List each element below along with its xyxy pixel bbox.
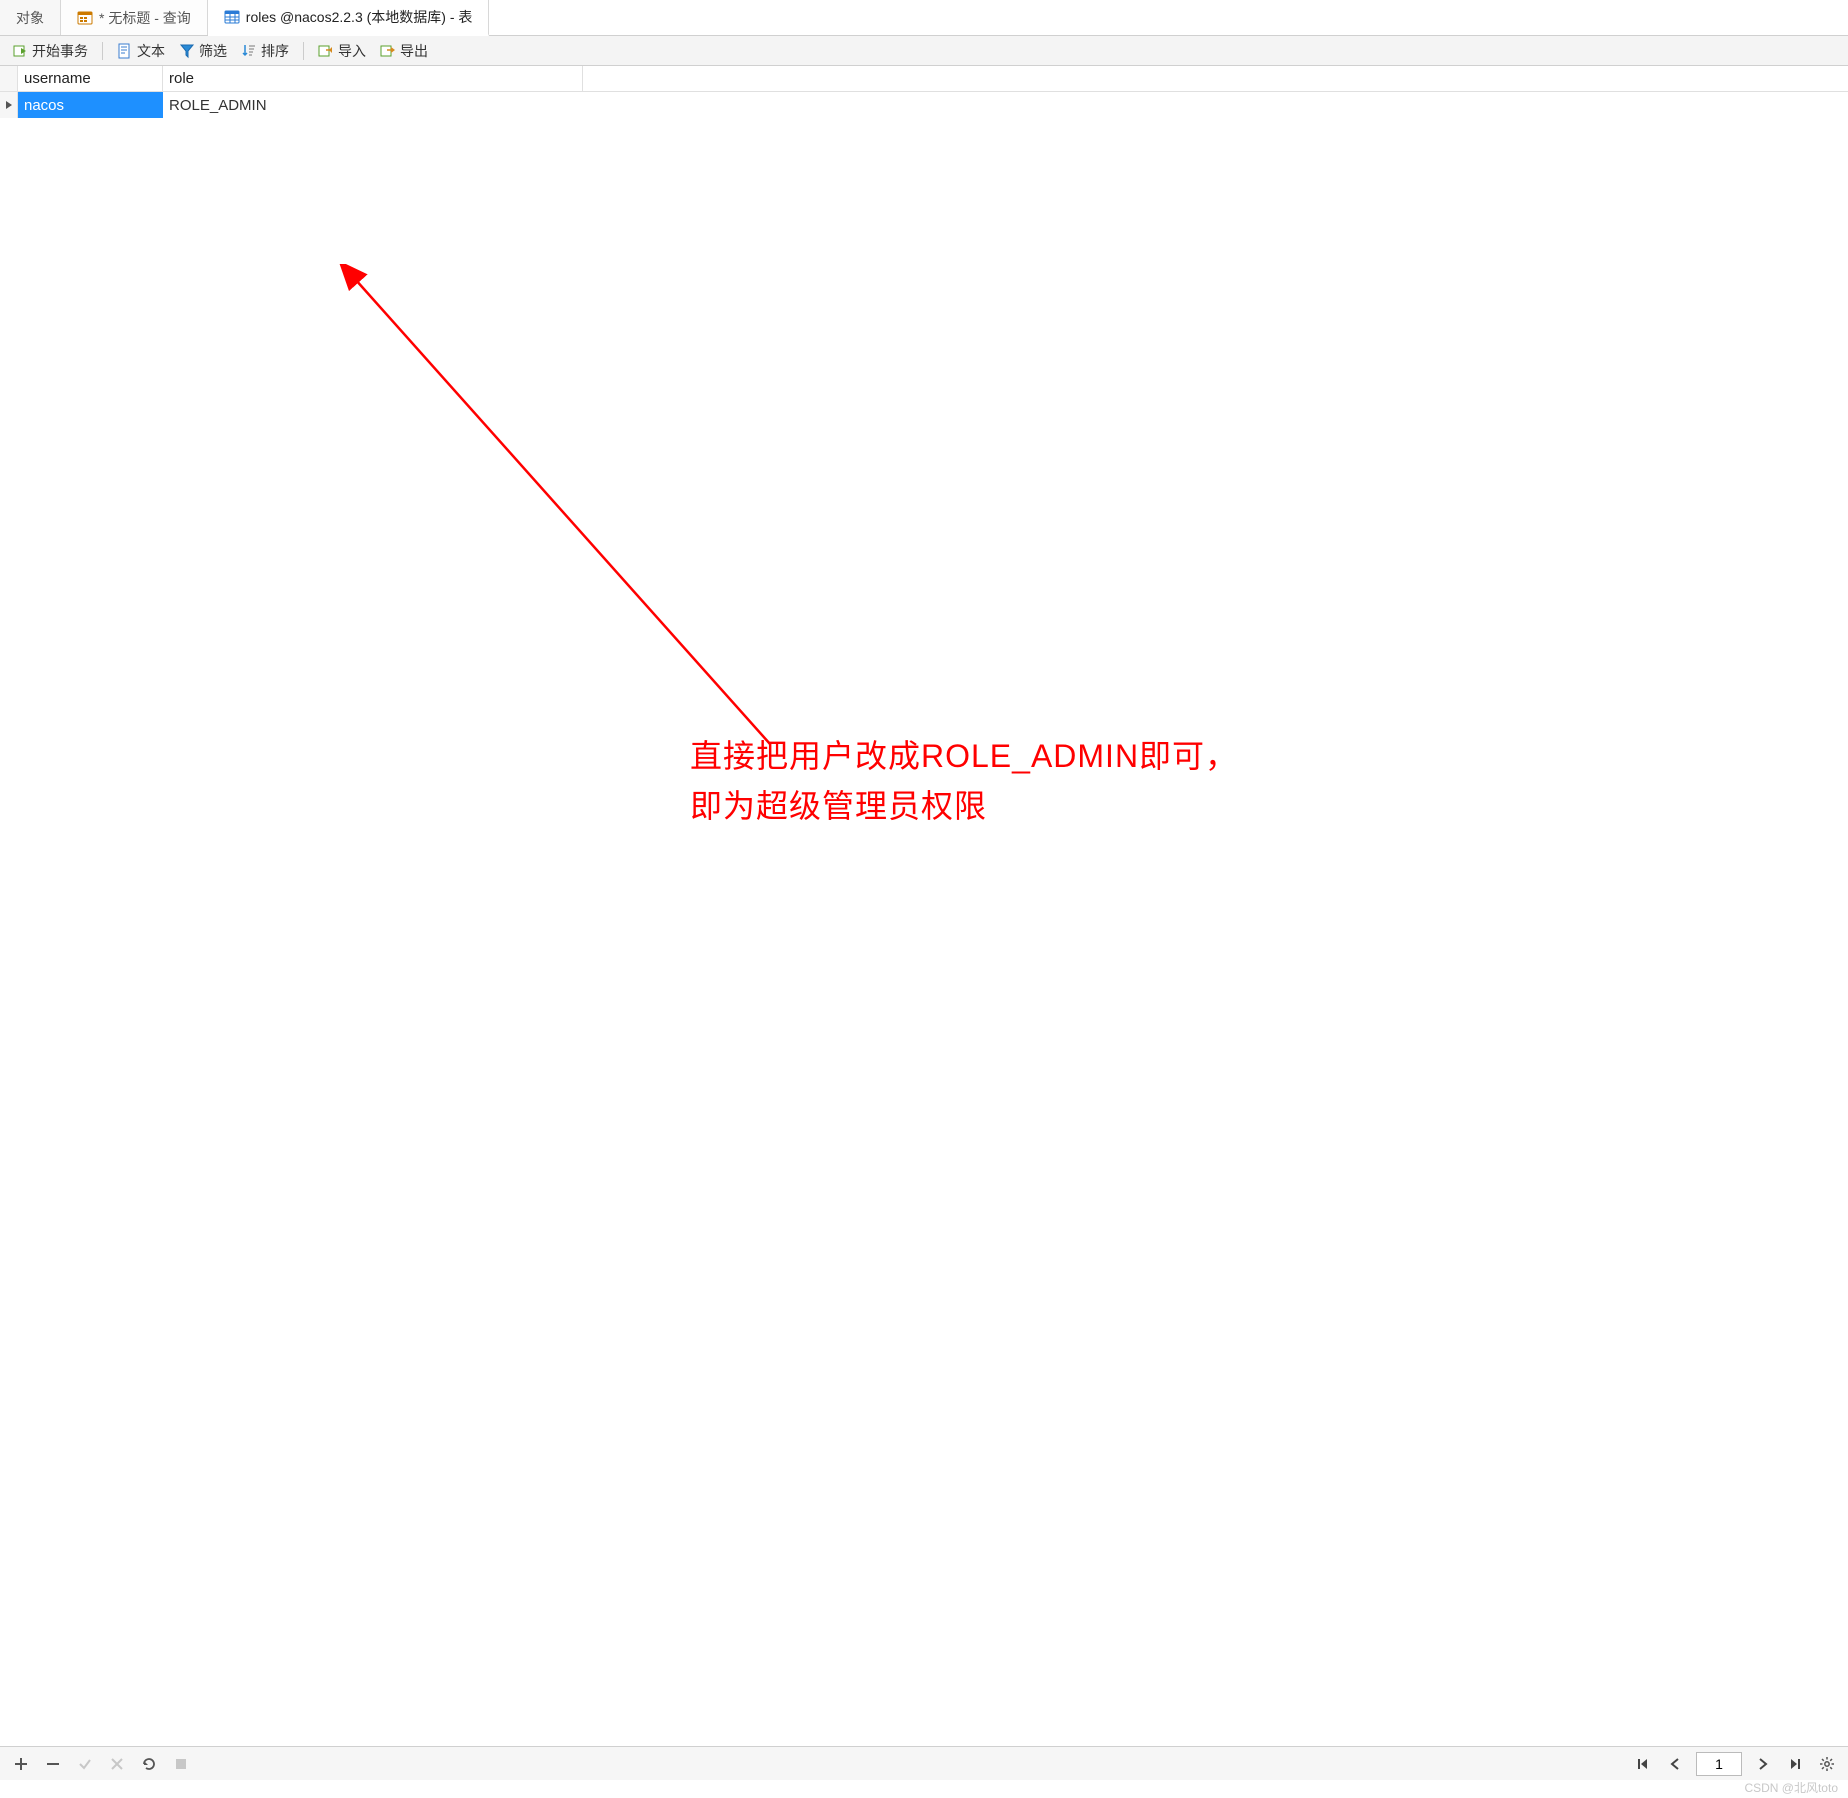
begin-transaction-button[interactable]: 开始事务	[6, 39, 94, 63]
cell-role-value: ROLE_ADMIN	[169, 97, 267, 114]
prev-page-button[interactable]	[1664, 1753, 1686, 1775]
bottom-bar	[0, 1746, 1848, 1780]
text-label: 文本	[137, 41, 165, 61]
separator	[303, 42, 304, 60]
current-row-icon	[5, 100, 13, 110]
text-button[interactable]: 文本	[111, 39, 171, 63]
x-icon	[109, 1756, 125, 1772]
text-icon	[117, 43, 133, 59]
column-header-username[interactable]: username	[18, 66, 163, 91]
add-row-button[interactable]	[10, 1753, 32, 1775]
tab-objects[interactable]: 对象	[0, 0, 61, 35]
annotation-arrow	[330, 264, 790, 764]
settings-button[interactable]	[1816, 1753, 1838, 1775]
tab-roles-label: roles @nacos2.2.3 (本地数据库) - 表	[246, 7, 473, 27]
table-icon	[224, 9, 240, 25]
cancel-button[interactable]	[106, 1753, 128, 1775]
apply-button[interactable]	[74, 1753, 96, 1775]
data-grid[interactable]: nacos ROLE_ADMIN 直接把用户改成ROLE_ADMIN即可， 即为…	[0, 92, 1848, 1746]
import-icon	[318, 43, 334, 59]
tab-bar: 对象 * 无标题 - 查询 roles @nacos2.2.3 (本地数据库) …	[0, 0, 1848, 36]
filter-label: 筛选	[199, 41, 227, 61]
last-page-button[interactable]	[1784, 1753, 1806, 1775]
sort-button[interactable]: 排序	[235, 39, 295, 63]
table-row[interactable]: nacos ROLE_ADMIN	[0, 92, 1848, 118]
delete-row-button[interactable]	[42, 1753, 64, 1775]
row-gutter-header	[0, 66, 18, 91]
column-headers: username role	[0, 66, 1848, 92]
query-icon	[77, 10, 93, 26]
filter-button[interactable]: 筛选	[173, 39, 233, 63]
next-page-button[interactable]	[1752, 1753, 1774, 1775]
toolbar: 开始事务 文本 筛选 排序 导入 导出	[0, 36, 1848, 66]
column-header-role-label: role	[169, 70, 194, 87]
first-page-button[interactable]	[1632, 1753, 1654, 1775]
tab-query[interactable]: * 无标题 - 查询	[61, 0, 208, 35]
column-header-role[interactable]: role	[163, 66, 583, 91]
export-button[interactable]: 导出	[374, 39, 434, 63]
annotation-line1: 直接把用户改成ROLE_ADMIN即可，	[690, 732, 1238, 782]
gear-icon	[1819, 1756, 1835, 1772]
watermark: CSDN @北风toto	[1744, 1779, 1838, 1796]
begin-transaction-label: 开始事务	[32, 41, 88, 61]
next-icon	[1755, 1756, 1771, 1772]
cell-username[interactable]: nacos	[18, 92, 163, 118]
annotation-text: 直接把用户改成ROLE_ADMIN即可， 即为超级管理员权限	[690, 732, 1238, 831]
begin-transaction-icon	[12, 43, 28, 59]
last-icon	[1787, 1756, 1803, 1772]
filter-icon	[179, 43, 195, 59]
prev-icon	[1667, 1756, 1683, 1772]
sort-icon	[241, 43, 257, 59]
refresh-button[interactable]	[138, 1753, 160, 1775]
row-marker	[0, 92, 18, 118]
sort-label: 排序	[261, 41, 289, 61]
column-header-username-label: username	[24, 70, 91, 87]
tab-objects-label: 对象	[16, 8, 44, 28]
stop-button[interactable]	[170, 1753, 192, 1775]
first-icon	[1635, 1756, 1651, 1772]
annotation-line2: 即为超级管理员权限	[690, 782, 1238, 832]
tab-roles[interactable]: roles @nacos2.2.3 (本地数据库) - 表	[208, 0, 490, 36]
import-button[interactable]: 导入	[312, 39, 372, 63]
stop-icon	[174, 1757, 188, 1771]
export-label: 导出	[400, 41, 428, 61]
refresh-icon	[141, 1756, 157, 1772]
separator	[102, 42, 103, 60]
import-label: 导入	[338, 41, 366, 61]
page-input[interactable]	[1696, 1752, 1742, 1776]
check-icon	[77, 1756, 93, 1772]
plus-icon	[13, 1756, 29, 1772]
tab-query-label: * 无标题 - 查询	[99, 8, 191, 28]
export-icon	[380, 43, 396, 59]
minus-icon	[45, 1756, 61, 1772]
cell-role[interactable]: ROLE_ADMIN	[163, 92, 583, 118]
cell-username-value: nacos	[24, 97, 64, 114]
